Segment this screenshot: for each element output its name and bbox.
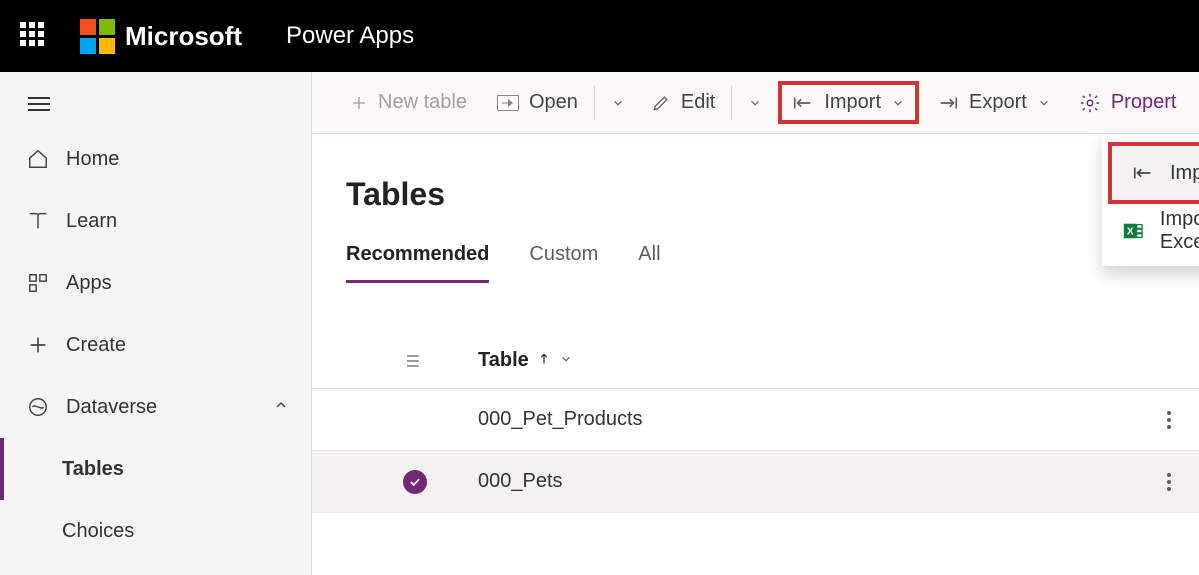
microsoft-logo-icon	[80, 19, 115, 54]
table-row[interactable]: 000_Pets	[312, 451, 1199, 513]
sidebar-item-tables[interactable]: Tables	[0, 438, 311, 500]
highlight-import-data: Import data	[1108, 142, 1199, 204]
row-more-button[interactable]	[1167, 411, 1171, 429]
import-button[interactable]: Import	[778, 81, 919, 124]
chevron-down-icon	[1037, 96, 1051, 110]
top-bar: Microsoft Power Apps	[0, 0, 1199, 72]
dropdown-item-label: Import data from Excel	[1160, 208, 1199, 254]
row-more-button[interactable]	[1167, 473, 1171, 491]
home-icon	[26, 147, 50, 171]
check-circle-icon	[403, 470, 427, 494]
sidebar: Home Learn Apps Create Dataverse	[0, 72, 312, 575]
cmd-label: Open	[529, 91, 578, 114]
dropdown-item-import-excel[interactable]: X Import data from Excel	[1102, 204, 1199, 258]
export-icon	[937, 94, 959, 112]
row-name: 000_Pet_Products	[478, 408, 643, 431]
tabs: Recommended Custom All	[312, 243, 1199, 283]
column-list-icon[interactable]	[402, 351, 428, 371]
cmd-label: New table	[378, 91, 467, 114]
open-chevron-button[interactable]	[601, 90, 635, 116]
properties-button[interactable]: Propert	[1069, 85, 1187, 120]
column-header-table[interactable]: Table	[478, 349, 529, 372]
brand-label: Microsoft	[125, 21, 242, 52]
sidebar-item-learn[interactable]: Learn	[0, 190, 311, 252]
tab-recommended[interactable]: Recommended	[346, 243, 489, 283]
chevron-down-icon	[891, 96, 905, 110]
sidebar-item-label: Tables	[62, 458, 124, 481]
content: Tables Recommended Custom All Table	[312, 134, 1199, 575]
sort-asc-icon[interactable]	[537, 349, 551, 372]
cmd-label: Propert	[1111, 91, 1177, 114]
main-area: New table Open Edit Import	[312, 72, 1199, 575]
waffle-icon[interactable]	[20, 22, 48, 50]
import-dropdown: Import data X Import data from Excel	[1102, 134, 1199, 266]
separator	[731, 86, 732, 120]
sidebar-item-apps[interactable]: Apps	[0, 252, 311, 314]
sidebar-item-choices[interactable]: Choices	[0, 500, 311, 562]
cmd-label: Edit	[681, 91, 715, 114]
dropdown-item-label: Import data	[1170, 162, 1199, 185]
new-table-button[interactable]: New table	[340, 85, 477, 120]
app-name-label: Power Apps	[286, 22, 414, 50]
table-header: Table	[312, 333, 1199, 389]
table-row[interactable]: 000_Pet_Products	[312, 389, 1199, 451]
excel-icon: X	[1122, 220, 1144, 242]
sidebar-item-label: Choices	[62, 520, 134, 543]
sidebar-item-label: Learn	[66, 210, 117, 233]
tab-all[interactable]: All	[638, 243, 660, 283]
separator	[594, 86, 595, 120]
sidebar-item-label: Create	[66, 334, 126, 357]
sidebar-item-label: Dataverse	[66, 396, 157, 419]
open-icon	[497, 95, 519, 111]
row-name: 000_Pets	[478, 470, 563, 493]
dataverse-icon	[26, 395, 50, 419]
edit-chevron-button[interactable]	[738, 90, 772, 116]
hamburger-icon	[28, 97, 50, 111]
row-select[interactable]	[402, 470, 428, 494]
svg-text:X: X	[1127, 227, 1134, 238]
hamburger-button[interactable]	[0, 80, 311, 128]
sidebar-item-home[interactable]: Home	[0, 128, 311, 190]
cmd-label: Export	[969, 91, 1027, 114]
sidebar-item-label: Apps	[66, 272, 112, 295]
export-button[interactable]: Export	[927, 85, 1061, 120]
sidebar-item-create[interactable]: Create	[0, 314, 311, 376]
gear-icon	[1079, 92, 1101, 114]
open-button[interactable]: Open	[487, 85, 588, 120]
sidebar-item-label: Home	[66, 148, 119, 171]
column-chevron-icon[interactable]	[559, 349, 573, 372]
cmd-label: Import	[824, 91, 881, 114]
import-icon	[1132, 164, 1154, 182]
book-icon	[26, 209, 50, 233]
pencil-icon	[651, 93, 671, 113]
chevron-up-icon	[273, 396, 289, 419]
plus-icon	[26, 333, 50, 357]
sidebar-item-dataverse[interactable]: Dataverse	[0, 376, 311, 438]
chevron-down-icon	[748, 96, 762, 110]
page-title: Tables	[312, 158, 1199, 225]
import-icon	[792, 94, 814, 112]
tab-custom[interactable]: Custom	[529, 243, 598, 283]
table-section: Table 000_Pet_Products	[312, 333, 1199, 513]
edit-button[interactable]: Edit	[641, 85, 725, 120]
dropdown-item-import-data[interactable]: Import data	[1112, 146, 1199, 200]
plus-icon	[350, 94, 368, 112]
command-bar: New table Open Edit Import	[312, 72, 1199, 134]
chevron-down-icon	[611, 96, 625, 110]
apps-icon	[26, 271, 50, 295]
